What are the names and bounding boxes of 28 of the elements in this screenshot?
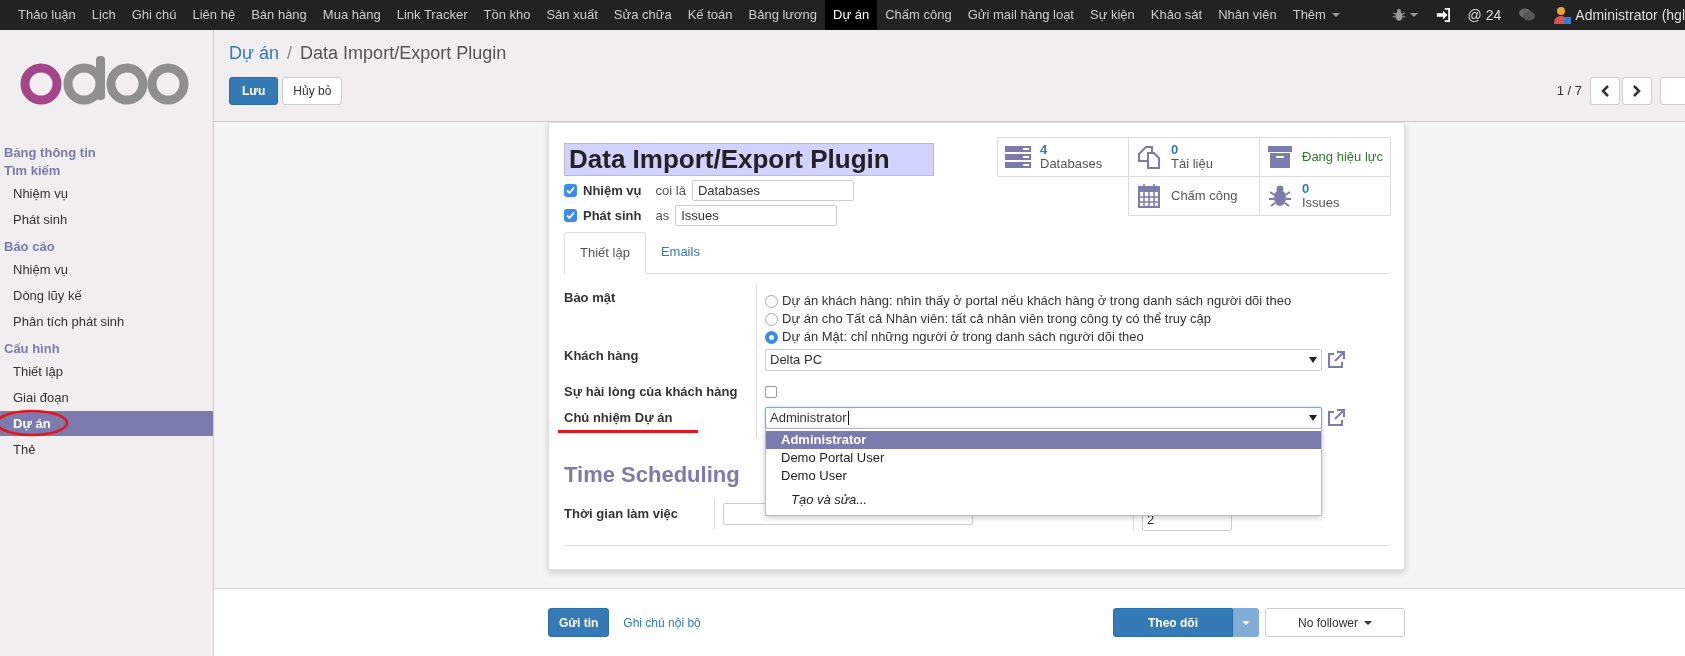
radio-label: Dự án cho Tất cả Nhân viên: tất cả nhân viên trong công ty có thể truy cập — [782, 310, 1212, 329]
field-label: Nhiệm vụ — [583, 181, 642, 200]
field-label: Sự hài lòng của khách hàng — [564, 383, 739, 401]
sidebar-heading: Tìm kiếm — [3, 162, 62, 180]
field-label: Khách hàng — [564, 347, 640, 365]
stat-value: 0 — [1171, 143, 1180, 157]
sidebar-heading: Cấu hình — [3, 340, 61, 358]
field-label: Bảo mật — [564, 289, 617, 307]
field-label: Phát sinh — [583, 206, 642, 225]
stat-value: 0 — [1302, 182, 1311, 196]
connector-text: as — [655, 206, 670, 225]
radio-label: Dự án Mật: chỉ những người ở trong danh sách người dõi theo — [782, 328, 1144, 347]
stat-value: 4 — [1040, 143, 1049, 157]
field-label: Thời gian làm việc — [564, 505, 679, 524]
sidebar-heading: Báo cáo — [3, 238, 56, 256]
stat-label: Chấm công — [1171, 189, 1238, 203]
section-title: Time Scheduling — [564, 461, 740, 489]
stat-label: Issues — [1302, 196, 1340, 210]
sidebar-heading: Bảng thông tin — [3, 144, 97, 162]
pager-counter: 1 / 7 — [1556, 82, 1582, 101]
field-label: Chủ nhiệm Dự án — [564, 408, 756, 438]
connector-text: coi là — [655, 181, 686, 200]
stat-label: Đang hiệu lực — [1302, 150, 1383, 164]
breadcrumb-current: Data Import/Export Plugin — [300, 42, 507, 65]
stat-label: Tài liệu — [1171, 157, 1213, 171]
stat-label: Databases — [1040, 157, 1103, 171]
radio-label: Dự án khách hàng: nhìn thấy ở portal nếu khách hàng ở trong danh sách người dõi theo — [782, 292, 1292, 311]
breadcrumb-separator: / — [287, 42, 293, 65]
